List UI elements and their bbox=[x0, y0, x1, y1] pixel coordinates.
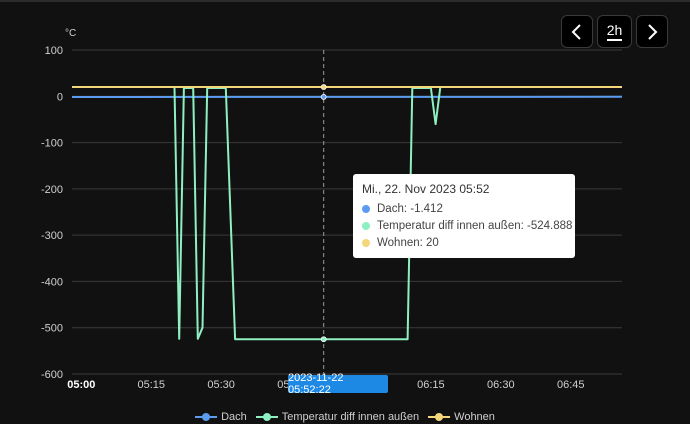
x-tick-label: 05:15 bbox=[137, 379, 165, 391]
y-tick-label: -400 bbox=[41, 276, 63, 288]
y-tick-label: -500 bbox=[41, 323, 63, 335]
x-tick-label: 05:00 bbox=[67, 379, 95, 391]
legend-marker-icon bbox=[428, 412, 451, 421]
y-tick-label: -600 bbox=[41, 369, 63, 381]
x-tick-label: 06:30 bbox=[487, 379, 515, 391]
series-color-dot bbox=[362, 238, 370, 247]
tooltip-text: Temperatur diff innen außen: -524.888 bbox=[377, 219, 573, 232]
tooltip-text: Wohnen: 20 bbox=[377, 236, 439, 249]
legend-marker-icon bbox=[255, 412, 278, 421]
tooltip-title: Mi., 22. Nov 2023 05:52 bbox=[362, 182, 490, 196]
y-tick-label: -300 bbox=[41, 230, 63, 242]
legend-marker-icon bbox=[195, 412, 218, 421]
y-tick-label: -200 bbox=[41, 184, 63, 196]
cursor-point-1 bbox=[320, 336, 327, 343]
cursor-time-label: 2023-11-22 05:52:22 bbox=[288, 372, 388, 396]
legend-label: Wohnen bbox=[454, 410, 495, 423]
chart-tooltip: Mi., 22. Nov 2023 05:52 Dach: -1.412 Tem… bbox=[353, 174, 575, 258]
tooltip-row-dach: Dach: -1.412 bbox=[362, 200, 566, 217]
cursor-point-2 bbox=[320, 84, 327, 90]
chart-legend: Dach Temperatur diff innen außen Wohnen bbox=[0, 409, 690, 424]
legend-item-temperatur[interactable]: Temperatur diff innen außen bbox=[255, 409, 420, 424]
x-tick-label: 05:30 bbox=[207, 379, 235, 391]
line-chart[interactable]: 100 0 -100 -200 -300 -400 -500 -600 °C 05:00 05:15… bbox=[0, 0, 690, 424]
legend-label: Dach bbox=[221, 410, 247, 423]
tooltip-row-temperatur: Temperatur diff innen außen: -524.888 bbox=[362, 217, 572, 234]
y-tick-label: -100 bbox=[41, 138, 63, 150]
series-color-dot bbox=[362, 221, 370, 230]
y-tick-label: 100 bbox=[45, 45, 63, 57]
x-tick-label: 06:45 bbox=[557, 379, 585, 391]
legend-item-wohnen[interactable]: Wohnen bbox=[428, 409, 495, 424]
y-tick-label: 0 bbox=[57, 91, 63, 103]
legend-item-dach[interactable]: Dach bbox=[195, 409, 247, 424]
cursor-point-0 bbox=[320, 94, 327, 100]
tooltip-row-wohnen: Wohnen: 20 bbox=[362, 234, 566, 251]
x-tick-label: 06:15 bbox=[417, 379, 445, 391]
series-color-dot bbox=[362, 204, 370, 213]
tooltip-text: Dach: -1.412 bbox=[377, 202, 443, 215]
legend-label: Temperatur diff innen außen bbox=[281, 410, 420, 423]
y-axis-unit: °C bbox=[65, 28, 76, 39]
